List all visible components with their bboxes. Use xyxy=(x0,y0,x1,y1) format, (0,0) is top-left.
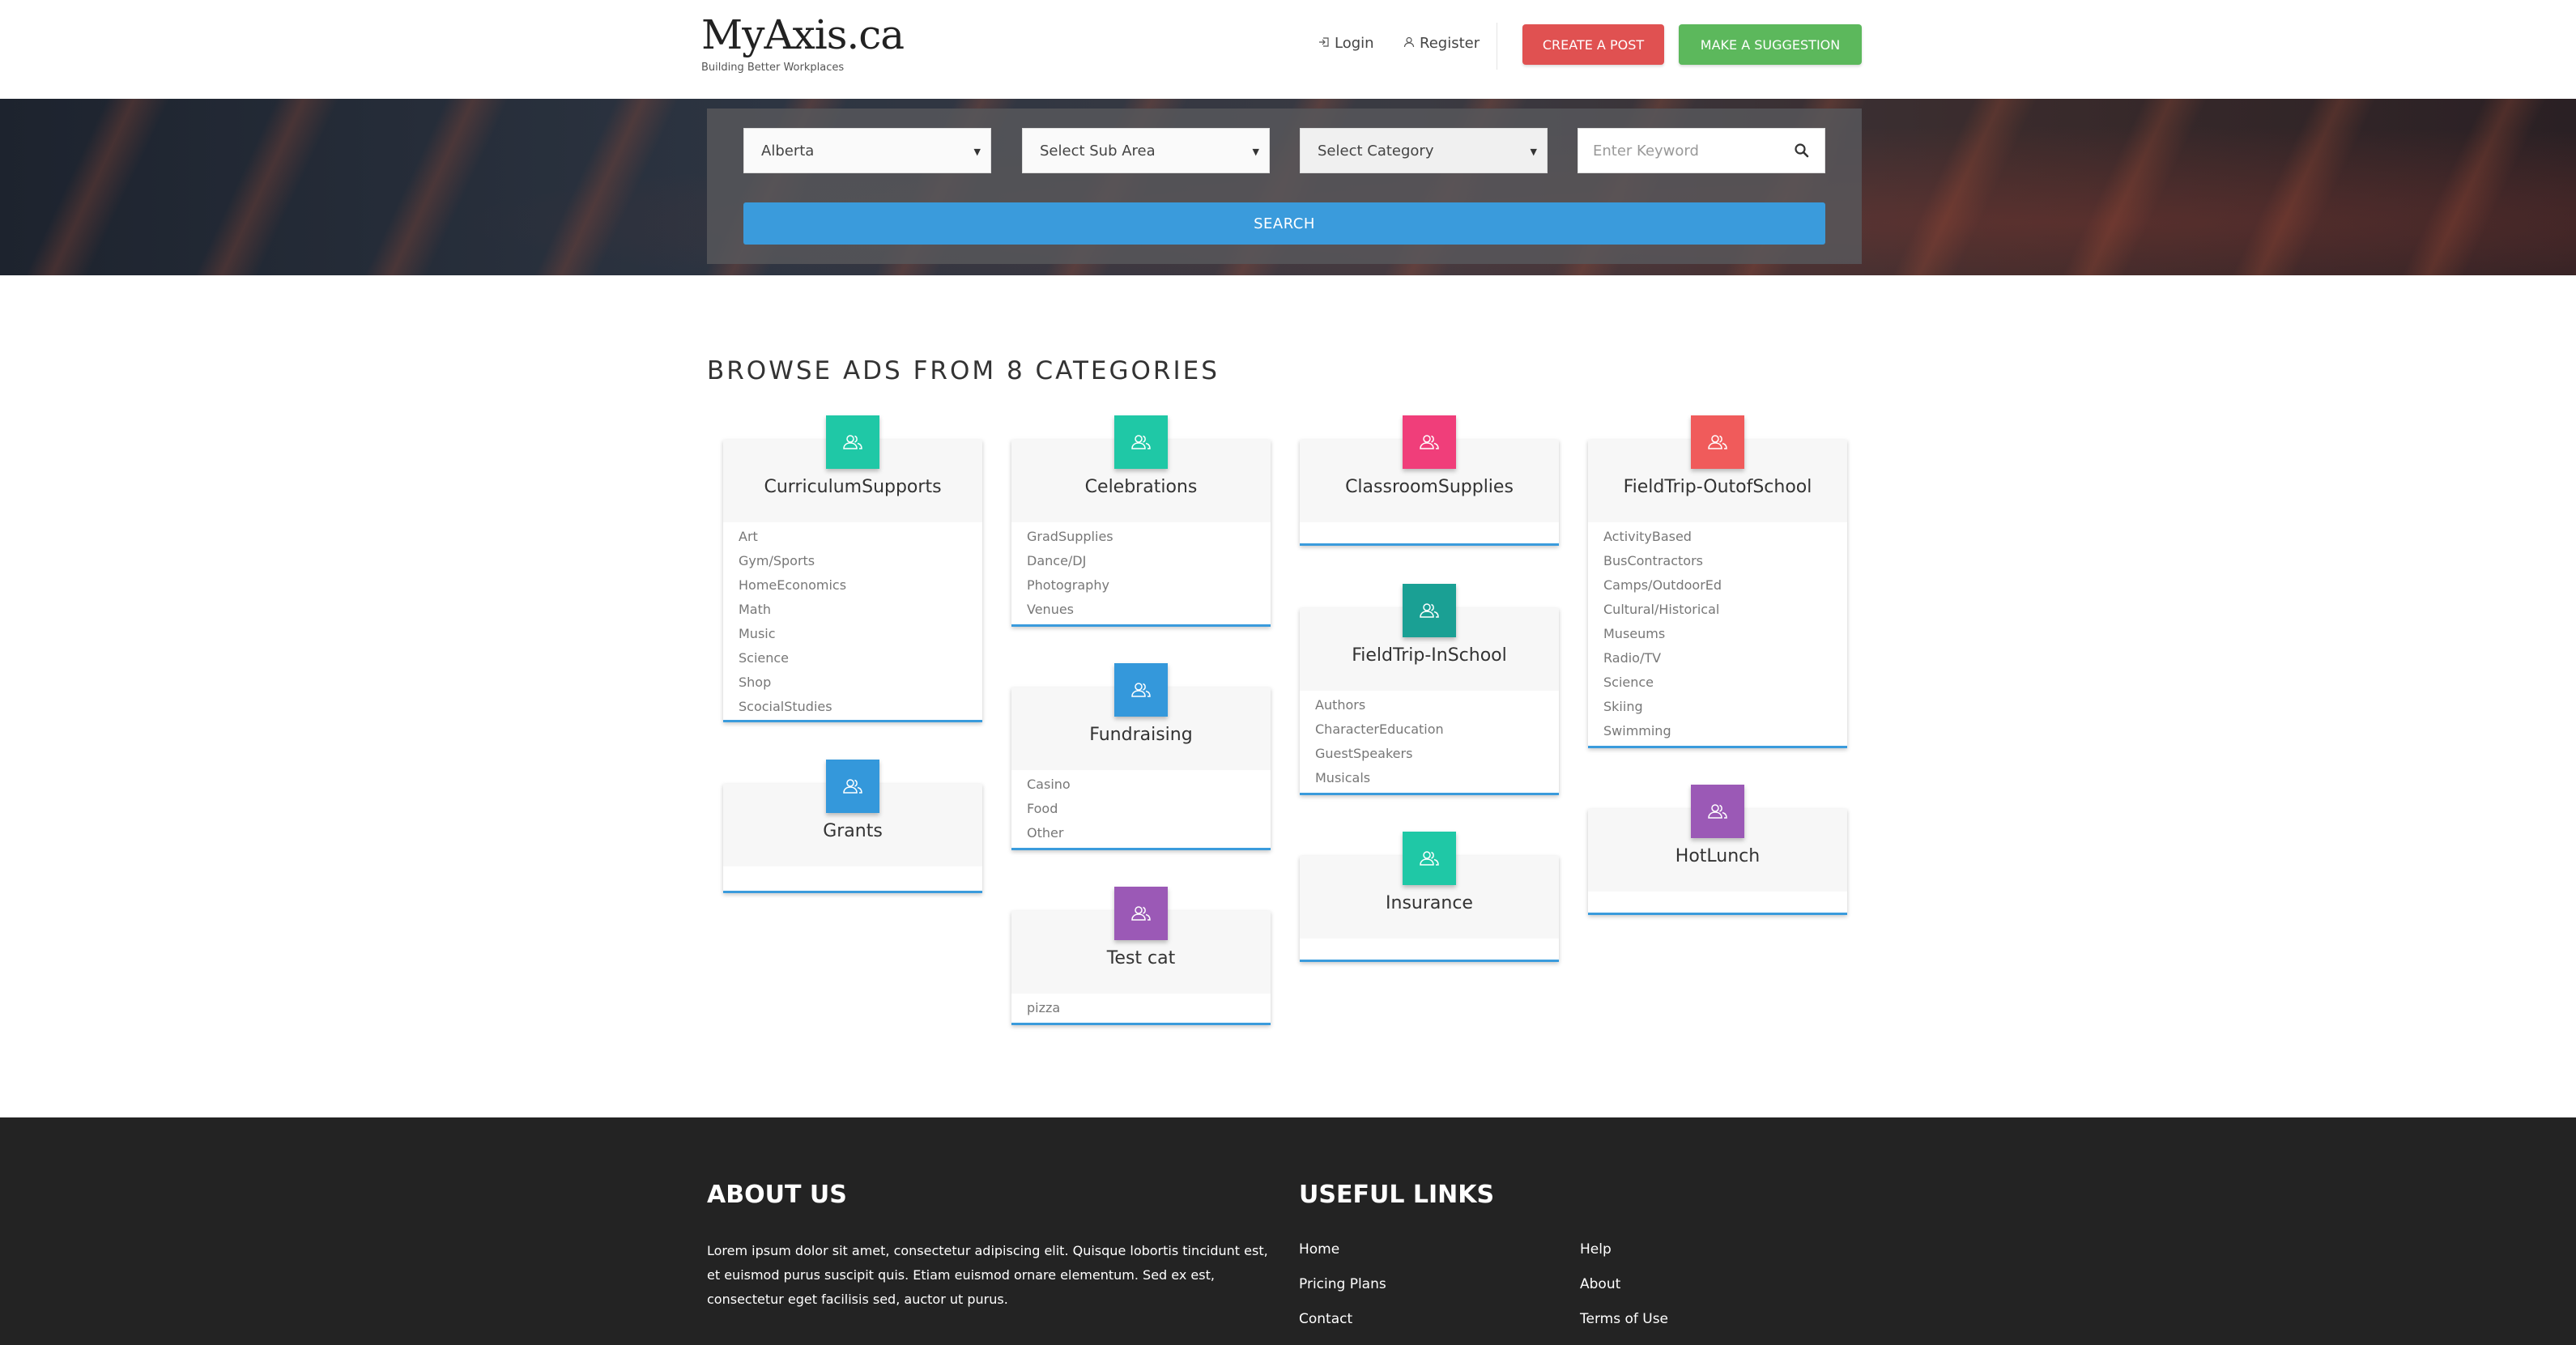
users-icon[interactable] xyxy=(1114,663,1168,717)
subcategory-list: Authors CharacterEducation GuestSpeakers Mu… xyxy=(1300,691,1559,793)
login-icon xyxy=(1318,35,1330,52)
keyword-placeholder: Enter Keyword xyxy=(1593,142,1699,160)
subcategory-link[interactable]: pizza xyxy=(1027,1000,1060,1015)
subarea-select[interactable]: Select Sub Area ▼ xyxy=(1022,128,1270,173)
useful-links-heading: USEFUL LINKS xyxy=(1299,1181,1495,1209)
subcategory-link[interactable]: Museums xyxy=(1603,626,1665,641)
register-label: Register xyxy=(1420,35,1480,52)
footer-link-about[interactable]: About xyxy=(1580,1276,1620,1292)
users-icon[interactable] xyxy=(1403,584,1456,637)
subcategory-link[interactable]: Music xyxy=(739,626,776,641)
register-link[interactable]: Register xyxy=(1403,35,1480,52)
footer-link-help[interactable]: Help xyxy=(1580,1241,1612,1258)
subcategory-link[interactable]: BusContractors xyxy=(1603,553,1703,568)
category-title[interactable]: FieldTrip-OutofSchool xyxy=(1588,477,1847,497)
users-icon[interactable] xyxy=(1114,415,1168,469)
subcategory-link[interactable]: Cultural/Historical xyxy=(1603,602,1719,617)
subcategory-link[interactable]: Science xyxy=(739,650,789,666)
subcategory-list xyxy=(1300,939,1559,960)
users-icon[interactable] xyxy=(1691,415,1744,469)
category-title[interactable]: ClassroomSupplies xyxy=(1300,477,1559,497)
subcategory-link[interactable]: Dance/DJ xyxy=(1027,553,1086,568)
province-value: Alberta xyxy=(761,142,815,160)
footer-link-home[interactable]: Home xyxy=(1299,1241,1339,1258)
subcategory-link[interactable]: Venues xyxy=(1027,602,1074,617)
users-icon[interactable] xyxy=(826,760,879,813)
subcategory-list xyxy=(1588,892,1847,913)
login-link[interactable]: Login xyxy=(1318,35,1374,52)
category-title[interactable]: Grants xyxy=(723,821,982,841)
subcategory-link[interactable]: Math xyxy=(739,602,771,617)
subcategory-list: ActivityBased BusContractors Camps/Outdoor… xyxy=(1588,522,1847,746)
subcategory-link[interactable]: Musicals xyxy=(1315,770,1370,785)
login-label: Login xyxy=(1335,35,1374,52)
chevron-down-icon: ▼ xyxy=(973,147,981,157)
category-title[interactable]: FieldTrip-InSchool xyxy=(1300,645,1559,666)
search-icon[interactable] xyxy=(1794,143,1810,163)
subcategory-link[interactable]: Gym/Sports xyxy=(739,553,815,568)
category-title[interactable]: Fundraising xyxy=(1011,725,1271,745)
subcategory-list xyxy=(723,866,982,891)
users-icon[interactable] xyxy=(1403,832,1456,885)
users-icon[interactable] xyxy=(1691,785,1744,838)
browse-heading: BROWSE ADS FROM 8 CATEGORIES xyxy=(707,356,1220,385)
category-title[interactable]: CurriculumSupports xyxy=(723,477,982,497)
footer-link-contact[interactable]: Contact xyxy=(1299,1311,1352,1327)
subcategory-link[interactable]: HomeEconomics xyxy=(739,577,846,593)
users-icon[interactable] xyxy=(1403,415,1456,469)
site-tagline: Building Better Workplaces xyxy=(701,62,845,74)
subarea-placeholder: Select Sub Area xyxy=(1040,142,1156,160)
subcategory-list: Casino Food Other xyxy=(1011,770,1271,848)
category-card-fieldtrip-outofschool[interactable]: FieldTrip-OutofSchool ActivityBased BusCon… xyxy=(1588,440,1847,748)
subcategory-list: GradSupplies Dance/DJ Photography Venues xyxy=(1011,522,1271,624)
chevron-down-icon: ▼ xyxy=(1530,147,1537,157)
footer-link-terms[interactable]: Terms of Use xyxy=(1580,1311,1668,1327)
category-title[interactable]: Celebrations xyxy=(1011,477,1271,497)
about-text: Lorem ipsum dolor sit amet, consectetur … xyxy=(707,1243,1268,1307)
subcategory-link[interactable]: Art xyxy=(739,529,758,544)
search-button[interactable]: SEARCH xyxy=(743,202,1825,245)
subcategory-link[interactable]: Photography xyxy=(1027,577,1109,593)
users-icon[interactable] xyxy=(826,415,879,469)
subcategory-link[interactable]: CharacterEducation xyxy=(1315,721,1444,737)
subcategory-link[interactable]: Skiing xyxy=(1603,699,1643,714)
create-post-button[interactable]: CREATE A POST xyxy=(1522,24,1664,65)
category-select[interactable]: Select Category ▼ xyxy=(1300,128,1548,173)
subcategory-link[interactable]: Swimming xyxy=(1603,723,1671,738)
subcategory-link[interactable]: Science xyxy=(1603,675,1654,690)
chevron-down-icon: ▼ xyxy=(1252,147,1259,157)
users-icon[interactable] xyxy=(1114,887,1168,940)
subcategory-link[interactable]: GradSupplies xyxy=(1027,529,1113,544)
subcategory-link[interactable]: Food xyxy=(1027,801,1058,816)
subcategory-link[interactable]: Other xyxy=(1027,825,1063,841)
subcategory-link[interactable]: Shop xyxy=(739,675,771,690)
keyword-input[interactable]: Enter Keyword xyxy=(1578,128,1825,173)
subcategory-link[interactable]: ScocialStudies xyxy=(739,699,832,714)
subcategory-link[interactable]: Casino xyxy=(1027,777,1071,792)
subcategory-list: Art Gym/Sports HomeEconomics Math Music Scien… xyxy=(723,522,982,720)
about-heading: ABOUT US xyxy=(707,1181,847,1209)
subcategory-link[interactable]: Camps/OutdoorEd xyxy=(1603,577,1722,593)
subcategory-list xyxy=(1300,522,1559,543)
category-title[interactable]: HotLunch xyxy=(1588,846,1847,866)
user-icon xyxy=(1403,35,1415,52)
footer-link-pricing[interactable]: Pricing Plans xyxy=(1299,1276,1386,1292)
province-select[interactable]: Alberta ▼ xyxy=(743,128,991,173)
subcategory-list: pizza xyxy=(1011,994,1271,1023)
subcategory-link[interactable]: Authors xyxy=(1315,697,1365,713)
category-card-curriculumsupports[interactable]: CurriculumSupports Art Gym/Sports HomeEcono… xyxy=(723,440,982,722)
site-header xyxy=(0,0,2576,99)
site-footer xyxy=(0,1117,2576,1345)
category-title[interactable]: Insurance xyxy=(1300,893,1559,913)
subcategory-link[interactable]: Radio/TV xyxy=(1603,650,1661,666)
make-suggestion-button[interactable]: MAKE A SUGGESTION xyxy=(1679,24,1862,65)
site-logo[interactable]: MyAxis.ca xyxy=(701,11,905,58)
category-title[interactable]: Test cat xyxy=(1011,948,1271,968)
subcategory-link[interactable]: ActivityBased xyxy=(1603,529,1692,544)
category-placeholder: Select Category xyxy=(1318,142,1434,160)
subcategory-link[interactable]: GuestSpeakers xyxy=(1315,746,1412,761)
